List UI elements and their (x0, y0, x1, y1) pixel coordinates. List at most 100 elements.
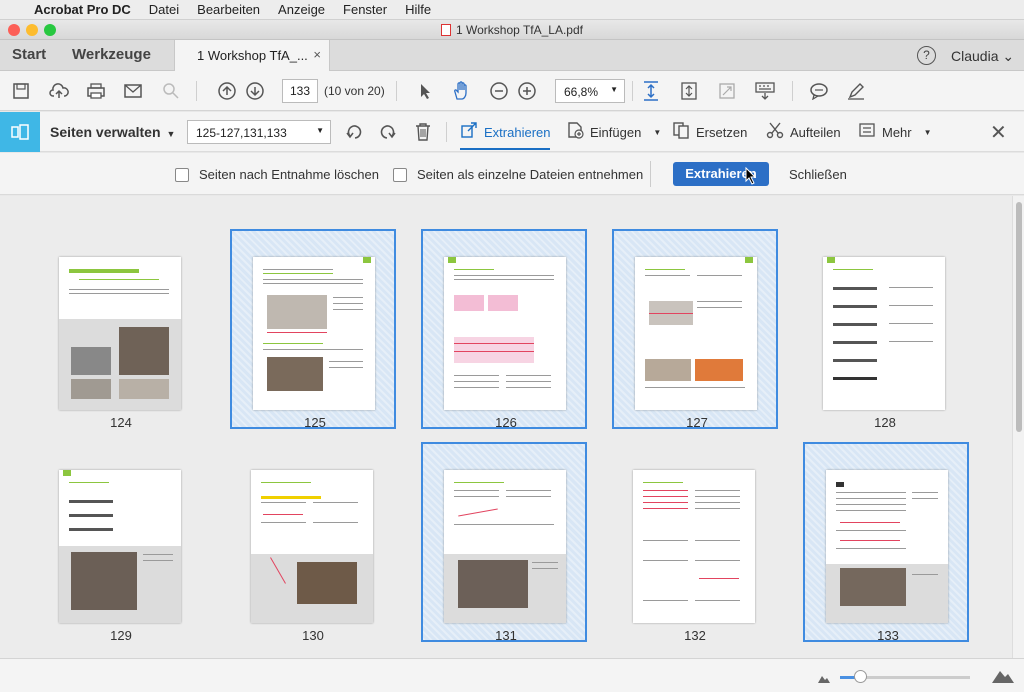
page-thumbnail[interactable]: 124 (38, 231, 204, 431)
page-number-label: 130 (302, 628, 324, 643)
delete-after-label: Seiten nach Entnahme löschen (199, 167, 379, 182)
close-button[interactable]: Schließen (789, 167, 847, 182)
save-icon[interactable] (8, 78, 34, 104)
pen-icon[interactable] (843, 78, 869, 104)
page-up-icon[interactable] (214, 78, 240, 104)
split-label: Aufteilen (790, 124, 841, 140)
help-icon[interactable]: ? (917, 46, 936, 65)
zoom-in-icon[interactable] (514, 78, 540, 104)
page-thumbnail[interactable]: 130 (230, 444, 396, 644)
insert-page-icon (566, 121, 584, 144)
close-window-button[interactable] (8, 24, 20, 36)
page-preview (633, 470, 755, 623)
search-icon[interactable] (158, 78, 184, 104)
tab-start[interactable]: Start (12, 46, 46, 63)
window-titlebar: 1 Workshop TfA_LA.pdf (0, 20, 1024, 40)
page-preview (444, 257, 566, 410)
large-thumbnail-icon[interactable] (992, 667, 1014, 686)
zoom-select[interactable]: 66,8% ▼ (555, 79, 625, 103)
zoom-value: 66,8% (564, 85, 599, 99)
zoom-window-button[interactable] (44, 24, 56, 36)
window-title: 1 Workshop TfA_LA.pdf (456, 22, 583, 37)
small-thumbnail-icon[interactable] (818, 671, 830, 686)
trash-icon[interactable] (410, 119, 436, 145)
print-icon[interactable] (83, 78, 109, 104)
page-thumbnail[interactable]: 128 (802, 231, 968, 431)
page-preview (444, 470, 566, 623)
scrolling-mode-icon[interactable] (676, 78, 702, 104)
page-number-label: 131 (495, 628, 517, 643)
chevron-down-icon: ▼ (610, 85, 618, 94)
page-preview (253, 257, 375, 410)
rotate-right-icon[interactable] (374, 119, 400, 145)
insert-tool[interactable]: Einfügen ▼ (566, 120, 661, 144)
replace-tool[interactable]: Ersetzen (672, 120, 747, 144)
checkbox-box[interactable] (175, 167, 189, 182)
close-tool-icon[interactable]: ✕ (990, 120, 1007, 145)
tab-close-icon[interactable]: × (313, 47, 321, 62)
organize-pages-bar: Seiten verwalten ▼ 125-127,131,133 ▼ Extr… (0, 112, 1024, 152)
page-thumbnail[interactable]: 132 (612, 444, 778, 644)
main-toolbar: 133 (10 von 20) 66,8% ▼ (0, 71, 1024, 111)
extract-tool[interactable]: Extrahieren (460, 120, 551, 150)
menu-help[interactable]: Hilfe (405, 2, 431, 17)
page-number-label: 128 (874, 415, 896, 430)
user-menu[interactable]: Claudia ⌄ (951, 48, 1014, 65)
more-label: Mehr (882, 124, 912, 140)
page-thumbnail[interactable]: 125 (230, 229, 396, 430)
organize-tool-menu[interactable]: Seiten verwalten ▼ (50, 124, 175, 140)
menu-file[interactable]: Datei (149, 2, 179, 17)
organize-pages-icon[interactable] (0, 112, 40, 152)
page-preview (59, 470, 181, 623)
page-thumbnail[interactable]: 126 (421, 229, 587, 430)
chevron-down-icon: ▼ (316, 126, 324, 135)
minimize-window-button[interactable] (26, 24, 38, 36)
zoom-out-icon[interactable] (486, 78, 512, 104)
page-preview (251, 470, 373, 623)
menu-view[interactable]: Anzeige (278, 2, 325, 17)
menu-window[interactable]: Fenster (343, 2, 387, 17)
tab-document[interactable]: 1 Workshop TfA_... × (174, 40, 330, 71)
page-range-value: 125-127,131,133 (196, 126, 287, 140)
tab-bar: Start Werkzeuge 1 Workshop TfA_... × ? C… (0, 40, 1024, 71)
mac-menu-bar: Acrobat Pro DC Datei Bearbeiten Anzeige … (0, 0, 1024, 20)
split-tool[interactable]: Aufteilen (766, 120, 841, 144)
tab-tools[interactable]: Werkzeuge (72, 46, 151, 63)
tab-document-label: 1 Workshop TfA_... (197, 48, 308, 63)
page-number-label: 127 (686, 415, 708, 430)
vertical-scrollbar[interactable] (1012, 196, 1024, 658)
page-number-input[interactable]: 133 (282, 79, 318, 103)
page-thumbnail[interactable]: 133 (803, 442, 969, 643)
keyboard-icon[interactable] (752, 78, 778, 104)
fit-page-icon[interactable] (638, 78, 664, 104)
comment-icon[interactable] (806, 78, 832, 104)
menu-edit[interactable]: Bearbeiten (197, 2, 260, 17)
page-range-input[interactable]: 125-127,131,133 ▼ (187, 120, 331, 144)
scrollbar-thumb[interactable] (1016, 202, 1022, 432)
page-number-label: 124 (110, 415, 132, 430)
email-icon[interactable] (120, 78, 146, 104)
full-screen-icon[interactable] (714, 78, 740, 104)
delete-after-checkbox[interactable]: Seiten nach Entnahme löschen (175, 167, 379, 182)
page-number-label: 132 (684, 628, 706, 643)
separate-files-checkbox[interactable]: Seiten als einzelne Dateien entnehmen (393, 167, 643, 182)
page-thumbnail[interactable]: 131 (421, 442, 587, 643)
page-thumbnail[interactable]: 127 (612, 229, 778, 430)
page-number-label: 125 (304, 415, 326, 430)
select-arrow-icon[interactable] (412, 78, 438, 104)
hand-tool-icon[interactable] (448, 78, 474, 104)
page-number-label: 133 (877, 628, 899, 643)
menu-app[interactable]: Acrobat Pro DC (34, 2, 131, 17)
slider-knob[interactable] (853, 670, 867, 683)
more-tool[interactable]: Mehr ▼ (858, 120, 932, 144)
page-thumbnail[interactable]: 129 (38, 444, 204, 644)
separate-files-label: Seiten als einzelne Dateien entnehmen (417, 167, 644, 182)
bottom-bar (0, 658, 1024, 692)
checkbox-box[interactable] (393, 167, 407, 182)
page-preview (635, 257, 757, 410)
rotate-left-icon[interactable] (342, 119, 368, 145)
chevron-down-icon: ▼ (923, 127, 932, 137)
cloud-upload-icon[interactable] (46, 78, 72, 104)
page-down-icon[interactable] (242, 78, 268, 104)
replace-label: Ersetzen (696, 124, 748, 140)
